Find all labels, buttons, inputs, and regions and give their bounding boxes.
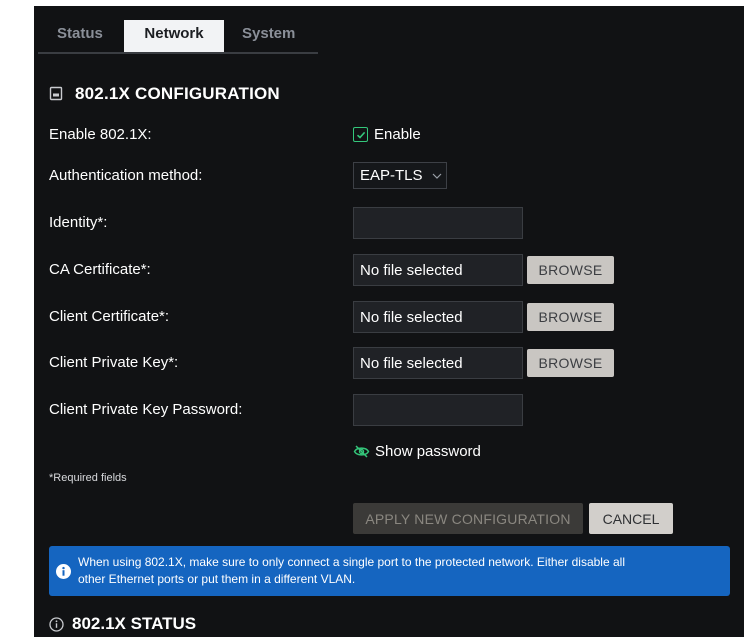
section-heading-status: 802.1X STATUS (49, 614, 196, 634)
identity-label: Identity*: (49, 214, 108, 231)
ca-cert-browse-button[interactable]: BROWSE (527, 256, 614, 284)
client-cert-label: Client Certificate*: (49, 308, 170, 325)
info-alert: When using 802.1X, make sure to only con… (49, 546, 730, 596)
key-password-input[interactable] (353, 394, 523, 426)
ca-cert-file-field[interactable]: No file selected (353, 254, 523, 286)
identity-input[interactable] (353, 207, 523, 239)
eye-off-icon (353, 445, 370, 458)
settings-panel: Status Network System 802.1X CONFIGURATI… (34, 6, 744, 637)
client-key-browse-button[interactable]: BROWSE (527, 349, 614, 377)
show-password-toggle[interactable]: Show password (353, 443, 481, 460)
checkmark-icon (353, 127, 368, 142)
apply-configuration-button[interactable]: APPLY NEW CONFIGURATION (353, 503, 583, 534)
client-cert-browse-button[interactable]: BROWSE (527, 303, 614, 331)
enable-label: Enable 802.1X: (49, 126, 152, 143)
key-password-label: Client Private Key Password: (49, 401, 243, 418)
required-fields-note: *Required fields (49, 472, 127, 484)
ca-cert-label: CA Certificate*: (49, 261, 151, 278)
tab-bar: Status Network System (38, 20, 318, 53)
info-circle-icon (49, 616, 64, 632)
client-key-label: Client Private Key*: (49, 354, 179, 371)
client-cert-file-field[interactable]: No file selected (353, 301, 523, 333)
tab-status[interactable]: Status (38, 20, 124, 53)
auth-method-label: Authentication method: (49, 167, 203, 184)
document-icon (49, 86, 65, 102)
cancel-button[interactable]: CANCEL (589, 503, 673, 534)
auth-method-select[interactable]: EAP-TLS (353, 162, 447, 189)
section-heading-config: 802.1X CONFIGURATION (49, 84, 280, 104)
auth-method-value: EAP-TLS (360, 167, 423, 184)
tab-network[interactable]: Network (124, 20, 224, 53)
show-password-label: Show password (375, 443, 481, 460)
alert-line-2: other Ethernet ports or put them in a di… (78, 572, 356, 586)
chevron-down-icon (432, 173, 442, 179)
alert-line-1: When using 802.1X, make sure to only con… (78, 555, 625, 569)
alert-text: When using 802.1X, make sure to only con… (78, 554, 625, 588)
info-icon (56, 563, 71, 579)
enable-checkbox-label: Enable (374, 126, 421, 143)
enable-checkbox[interactable]: Enable (353, 126, 421, 143)
client-key-file-field[interactable]: No file selected (353, 347, 523, 379)
tab-system[interactable]: System (224, 20, 318, 53)
section-title-text: 802.1X CONFIGURATION (75, 84, 280, 103)
tab-underline (38, 52, 318, 54)
status-title-text: 802.1X STATUS (72, 614, 197, 633)
